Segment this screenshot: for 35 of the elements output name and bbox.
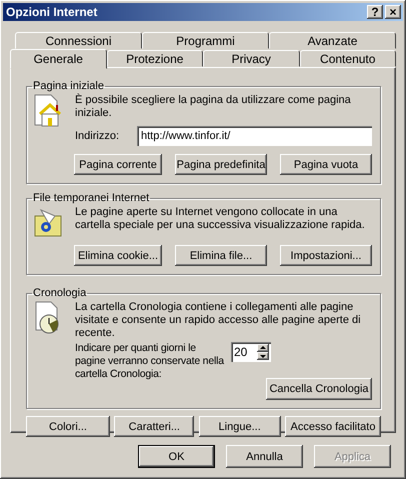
group-title: Pagina iniziale	[32, 80, 105, 92]
address-label: Indirizzo:	[75, 130, 120, 142]
push-button[interactable]: Cancella Cronologia	[266, 378, 372, 400]
push-button[interactable]: Lingue...	[198, 416, 281, 437]
push-button[interactable]: Colori...	[26, 416, 110, 437]
tab[interactable]: Programmi	[142, 32, 269, 49]
push-button[interactable]: Impostazioni...	[280, 245, 372, 266]
push-button[interactable]: Elimina file...	[175, 245, 267, 266]
push-button[interactable]: Caratteri...	[114, 416, 194, 437]
cancel-button[interactable]: Annulla	[226, 445, 303, 468]
spin-up-button[interactable]	[257, 344, 269, 352]
ok-button[interactable]: OK	[138, 445, 215, 468]
push-button[interactable]: Accesso facilitato	[284, 416, 381, 437]
tab[interactable]: Connessioni	[15, 32, 142, 49]
description-text: Le pagine aperte su Internet vengono collocate in una cartella speciale per una successiva visualizzazione rapida.	[75, 206, 366, 233]
close-button[interactable]: ×	[385, 5, 401, 19]
group-title: File temporanei Internet	[32, 192, 150, 204]
push-button[interactable]: Pagina vuota	[280, 154, 372, 175]
tab[interactable]: Privacy	[203, 50, 300, 67]
address-field[interactable]: http://www.tinfor.it/	[137, 126, 372, 146]
days-label: Indicare per quanti giorni le pagine verranno conservate nella cartella Cronologia:	[75, 342, 226, 382]
tab[interactable]: Avanzate	[269, 32, 396, 49]
spin-down-button[interactable]	[257, 352, 269, 360]
group-title: Cronologia	[32, 287, 88, 299]
tab[interactable]: Contenuto	[300, 50, 396, 67]
push-button[interactable]: Pagina predefinita	[175, 154, 267, 175]
push-button[interactable]: Elimina cookie...	[74, 245, 162, 266]
description-text: È possibile scegliere la pagina da utilizzare come pagina iniziale.	[75, 94, 352, 120]
description-text: La cartella Cronologia contiene i collegamenti alle pagine visitate e consente un rapido accesso alle pagine aperte di recente.	[75, 301, 362, 340]
help-button[interactable]: ?	[367, 5, 383, 19]
push-button[interactable]: Pagina corrente	[74, 154, 162, 175]
days-spinbox[interactable]: 20	[231, 342, 271, 362]
window-title: Opzioni Internet	[6, 5, 98, 19]
tab[interactable]: Protezione	[106, 50, 203, 67]
tab[interactable]: Generale	[10, 49, 106, 69]
